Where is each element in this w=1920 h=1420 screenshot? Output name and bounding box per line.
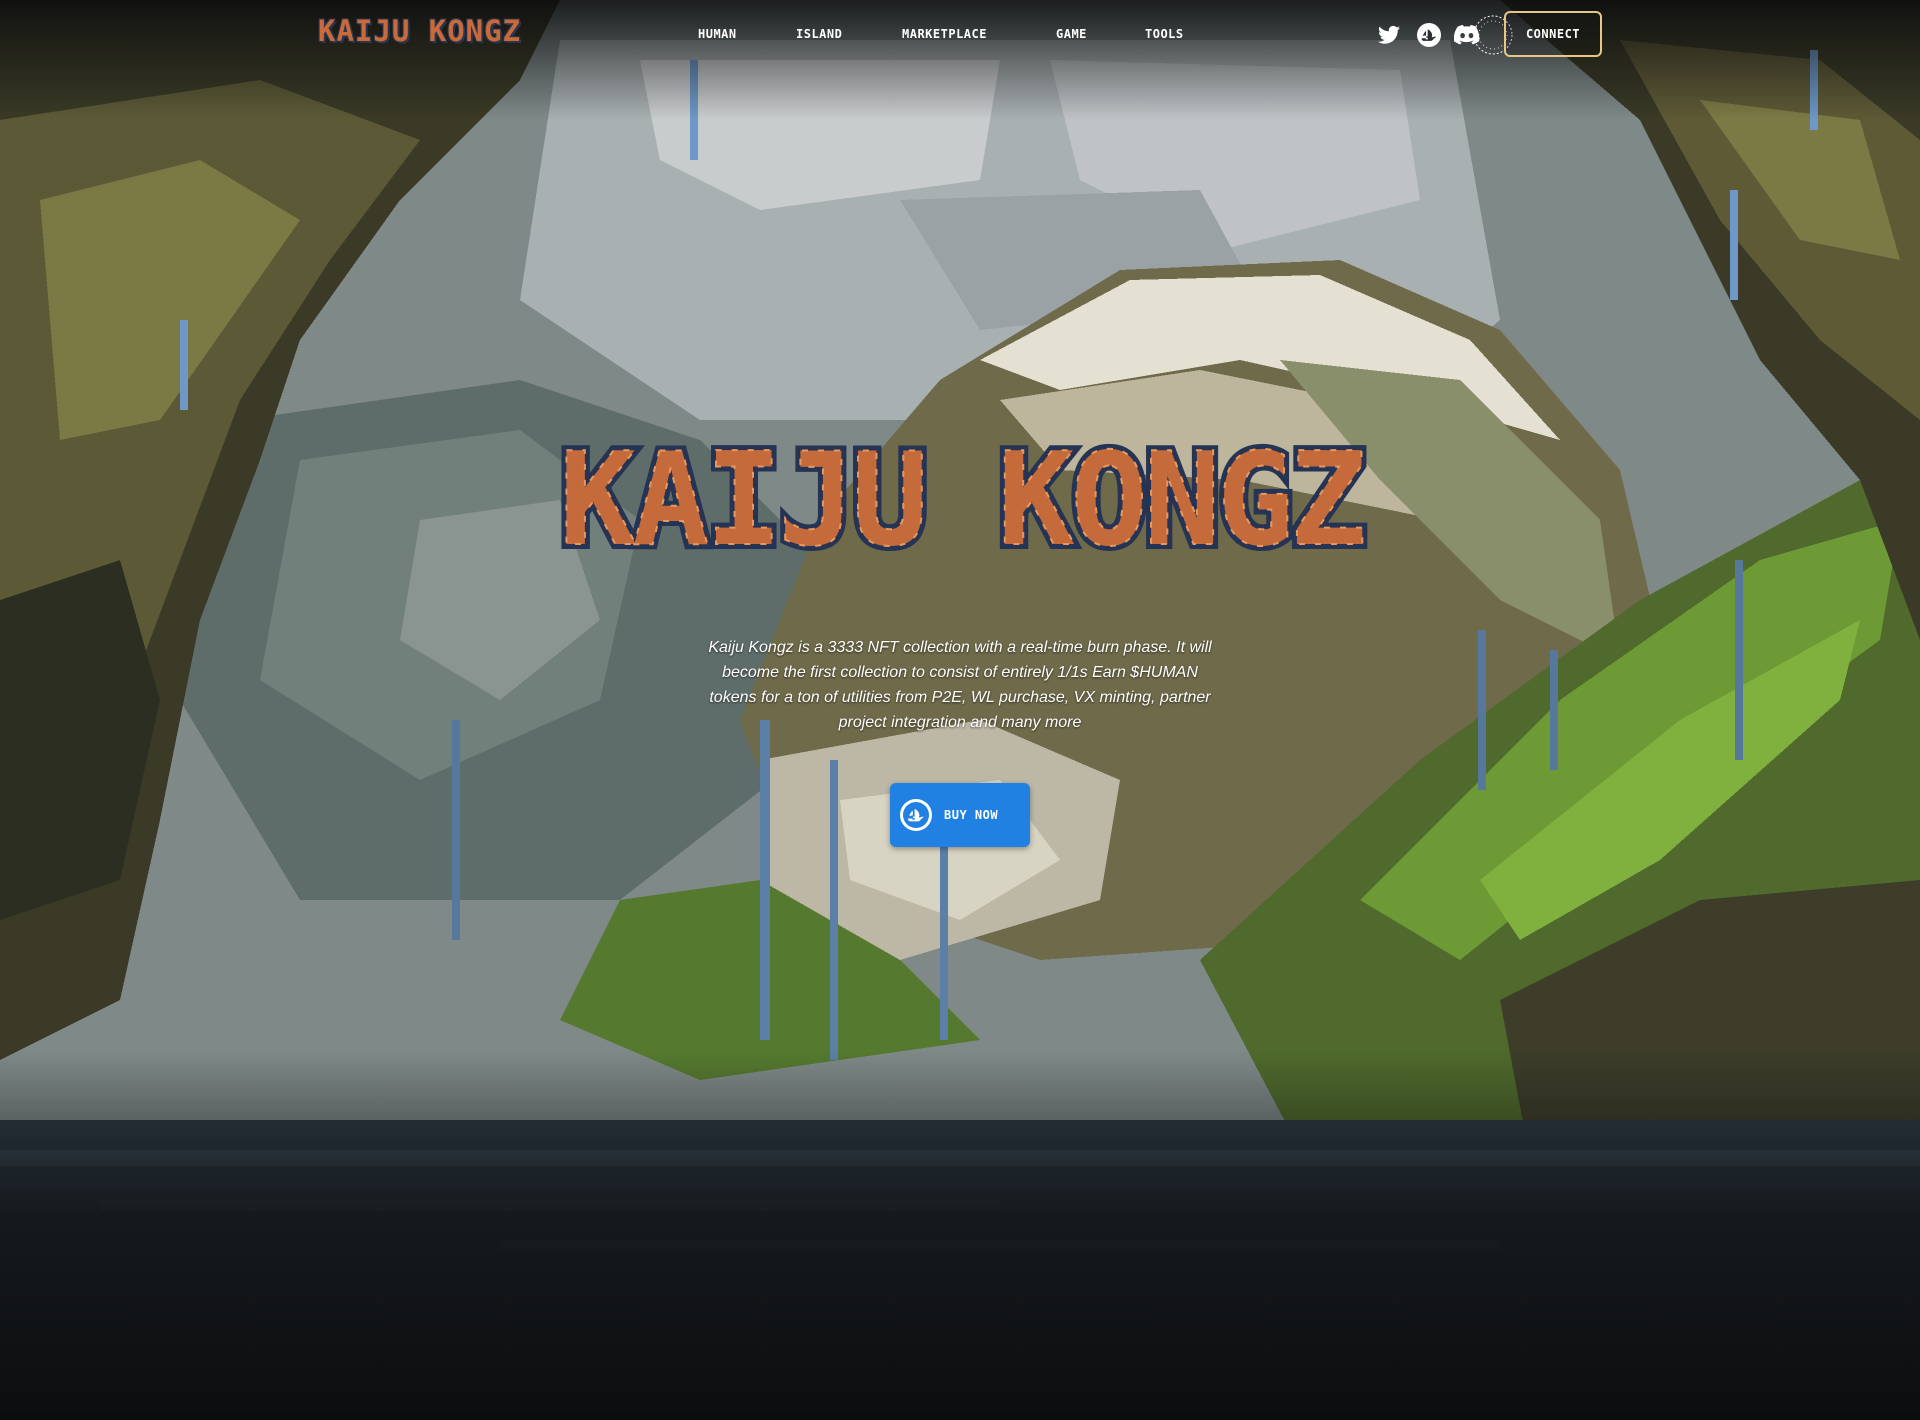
- buy-now-label: BUY NOW: [944, 808, 999, 822]
- opensea-icon: [900, 799, 932, 831]
- nav-item-island[interactable]: ISLAND: [796, 27, 842, 41]
- connect-button[interactable]: CONNECT: [1504, 11, 1602, 57]
- bottom-vignette: [0, 1050, 1920, 1420]
- buy-now-button[interactable]: BUY NOW: [890, 783, 1030, 847]
- nav-item-marketplace[interactable]: MARKETPLACE: [902, 27, 987, 41]
- hero-title-logo: KAIJU KONGZ KAIJU KONGZ: [554, 432, 1372, 580]
- hero-title-highlight: KAIJU KONGZ: [559, 432, 1363, 575]
- nav-item-game[interactable]: GAME: [1056, 27, 1087, 41]
- hero-description: Kaiju Kongz is a 3333 NFT collection wit…: [708, 639, 1212, 731]
- site-header: KAIJU KONGZ HUMAN ISLAND MARKETPLACE GAM…: [0, 0, 1920, 72]
- opensea-icon: [1417, 23, 1441, 47]
- opensea-link[interactable]: [1414, 20, 1444, 50]
- site-logo[interactable]: KAIJU KONGZ: [318, 14, 521, 54]
- nav-item-human[interactable]: HUMAN: [698, 27, 737, 41]
- twitter-icon: [1378, 25, 1400, 44]
- twitter-link[interactable]: [1374, 20, 1404, 50]
- nav-item-tools[interactable]: TOOLS: [1145, 27, 1184, 41]
